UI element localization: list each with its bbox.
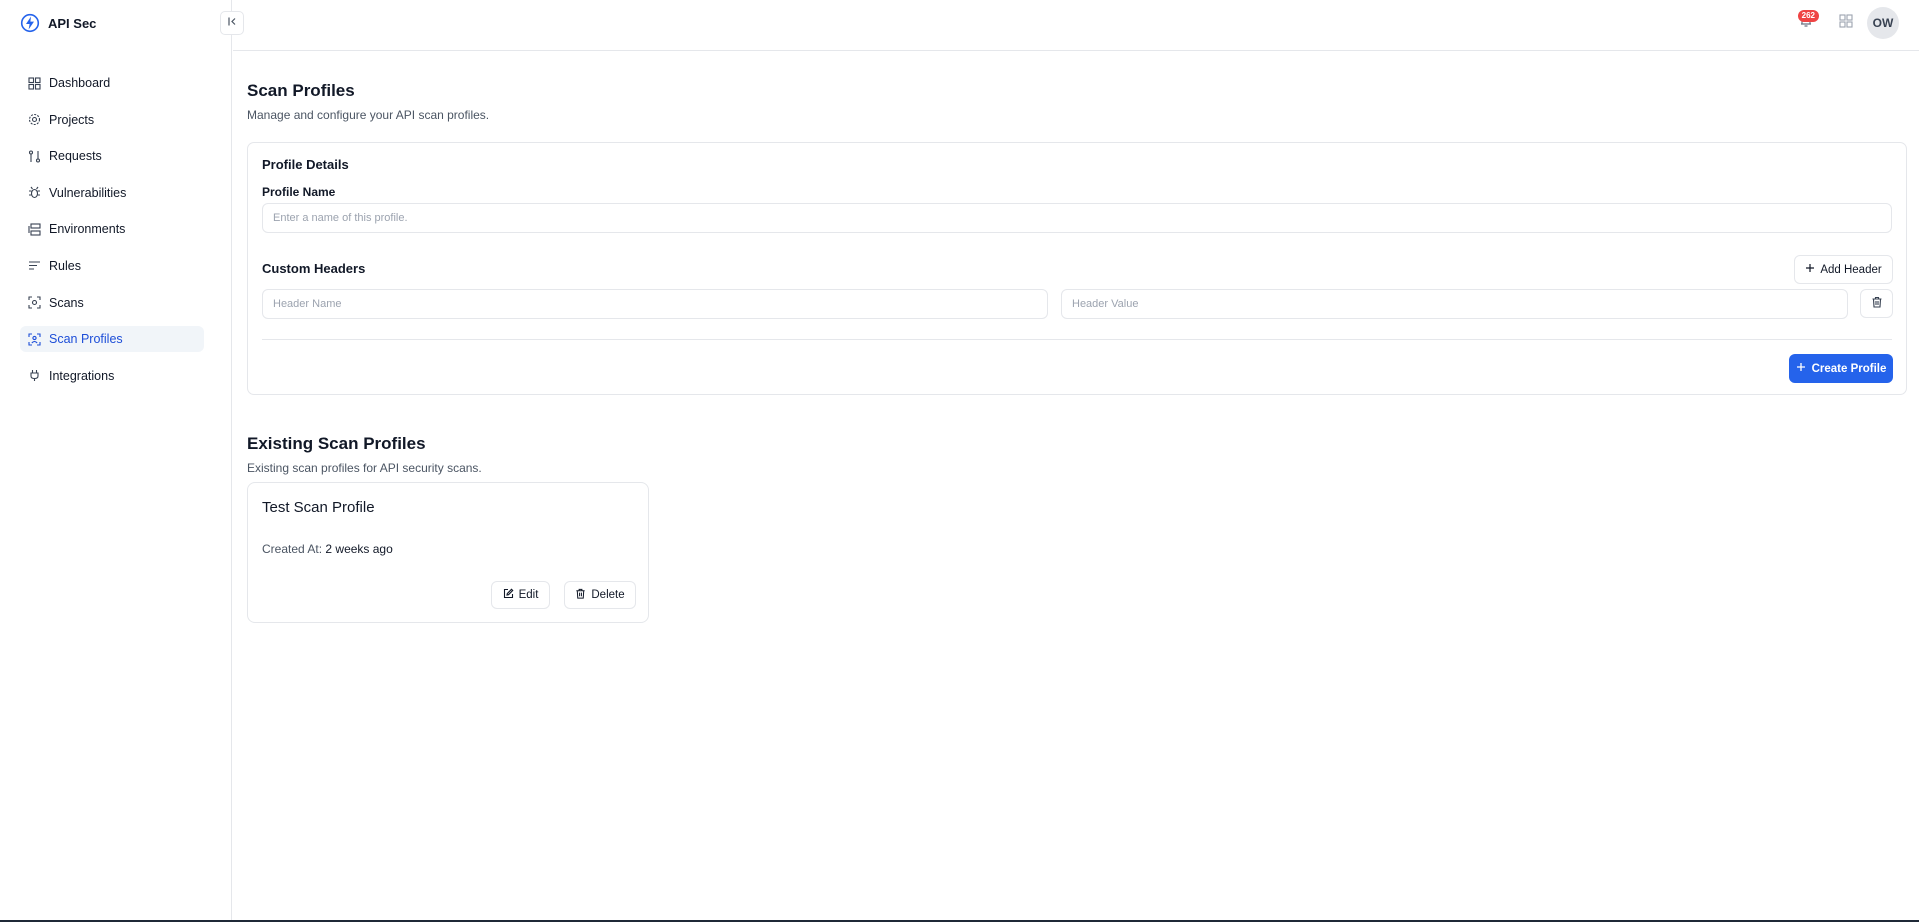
sidebar-item-vulnerabilities[interactable]: Vulnerabilities	[20, 180, 204, 206]
trash-icon	[1871, 296, 1883, 311]
scan-profile-created: Created At: 2 weeks ago	[262, 542, 393, 556]
sidebar-item-label: Vulnerabilities	[49, 185, 127, 200]
apps-grid-icon	[1839, 13, 1853, 33]
lightning-logo-icon	[20, 13, 40, 33]
remove-header-button[interactable]	[1860, 289, 1893, 318]
page-title: Scan Profiles	[247, 81, 355, 100]
sidebar-item-label: Requests	[49, 149, 102, 164]
bug-icon	[27, 186, 41, 200]
plus-icon	[1805, 263, 1815, 276]
form-divider	[262, 339, 1892, 340]
plus-icon	[1796, 362, 1806, 375]
sidebar-item-dashboard[interactable]: Dashboard	[20, 70, 204, 96]
scan-profile-card: Test Scan Profile Created At: 2 weeks ag…	[247, 482, 649, 623]
sidebar-item-projects[interactable]: Projects	[20, 107, 204, 133]
sidebar-nav: Dashboard Projects Requests Vulnerabilit…	[20, 70, 204, 399]
profile-name-label: Profile Name	[262, 185, 336, 199]
created-at-label: Created At:	[262, 542, 323, 556]
created-at-value: 2 weeks ago	[325, 542, 393, 556]
header-name-input[interactable]	[262, 289, 1048, 319]
sidebar-item-label: Scans	[49, 295, 84, 310]
header-value-input[interactable]	[1061, 289, 1848, 319]
delete-profile-button[interactable]: Delete	[564, 581, 636, 609]
page-subtitle: Manage and configure your API scan profi…	[247, 108, 490, 122]
sidebar-item-label: Environments	[49, 222, 126, 237]
sidebar-item-rules[interactable]: Rules	[20, 253, 204, 279]
sidebar: API Sec Dashboard Projects Requests Vuln…	[0, 0, 232, 920]
sidebar-item-label: Integrations	[49, 368, 115, 383]
custom-headers-title: Custom Headers	[262, 261, 366, 276]
chevron-left-bar-icon	[227, 14, 238, 32]
sidebar-item-requests[interactable]: Requests	[20, 143, 204, 169]
edit-profile-button[interactable]: Edit	[491, 581, 550, 609]
sidebar-item-label: Dashboard	[49, 76, 111, 90]
brand[interactable]: API Sec	[20, 12, 96, 34]
collapse-sidebar-button[interactable]	[220, 11, 244, 35]
sidebar-item-integrations[interactable]: Integrations	[20, 363, 204, 389]
plug-icon	[27, 369, 41, 383]
create-profile-button[interactable]: Create Profile	[1789, 354, 1893, 383]
grid-icon	[27, 76, 41, 90]
list-icon	[27, 259, 41, 273]
gear-icon	[27, 113, 41, 127]
edit-label: Edit	[518, 589, 539, 601]
sidebar-item-environments[interactable]: Environments	[20, 216, 204, 242]
apps-button[interactable]	[1836, 13, 1856, 33]
top-bar: 262 OW	[233, 0, 1919, 51]
scan-profile-name: Test Scan Profile	[262, 499, 375, 516]
sidebar-item-scans[interactable]: Scans	[20, 290, 204, 316]
layers-icon	[27, 222, 41, 236]
add-header-button[interactable]: Add Header	[1794, 255, 1893, 284]
sidebar-item-scan-profiles[interactable]: Scan Profiles	[20, 326, 204, 353]
edit-icon	[503, 588, 514, 602]
sidebar-item-label: Projects	[49, 112, 95, 127]
sidebar-item-label: Scan Profiles	[49, 332, 123, 347]
profile-name-input[interactable]	[262, 203, 1892, 233]
add-header-label: Add Header	[1820, 263, 1882, 276]
profile-details-card: Profile Details Profile Name Custom Head…	[247, 142, 1907, 395]
trash-icon	[575, 588, 586, 602]
existing-profiles-subtitle: Existing scan profiles for API security …	[247, 461, 482, 475]
existing-profiles-title: Existing Scan Profiles	[247, 434, 426, 453]
scan-icon	[27, 296, 41, 310]
delete-label: Delete	[591, 589, 625, 601]
sidebar-item-label: Rules	[49, 258, 81, 273]
route-icon	[27, 149, 41, 163]
notification-count-badge: 262	[1797, 10, 1819, 22]
brand-name: API Sec	[48, 15, 97, 31]
create-profile-label: Create Profile	[1811, 362, 1887, 375]
scan-profile-icon	[27, 332, 41, 346]
profile-details-title: Profile Details	[262, 157, 349, 172]
user-avatar[interactable]: OW	[1867, 7, 1899, 39]
